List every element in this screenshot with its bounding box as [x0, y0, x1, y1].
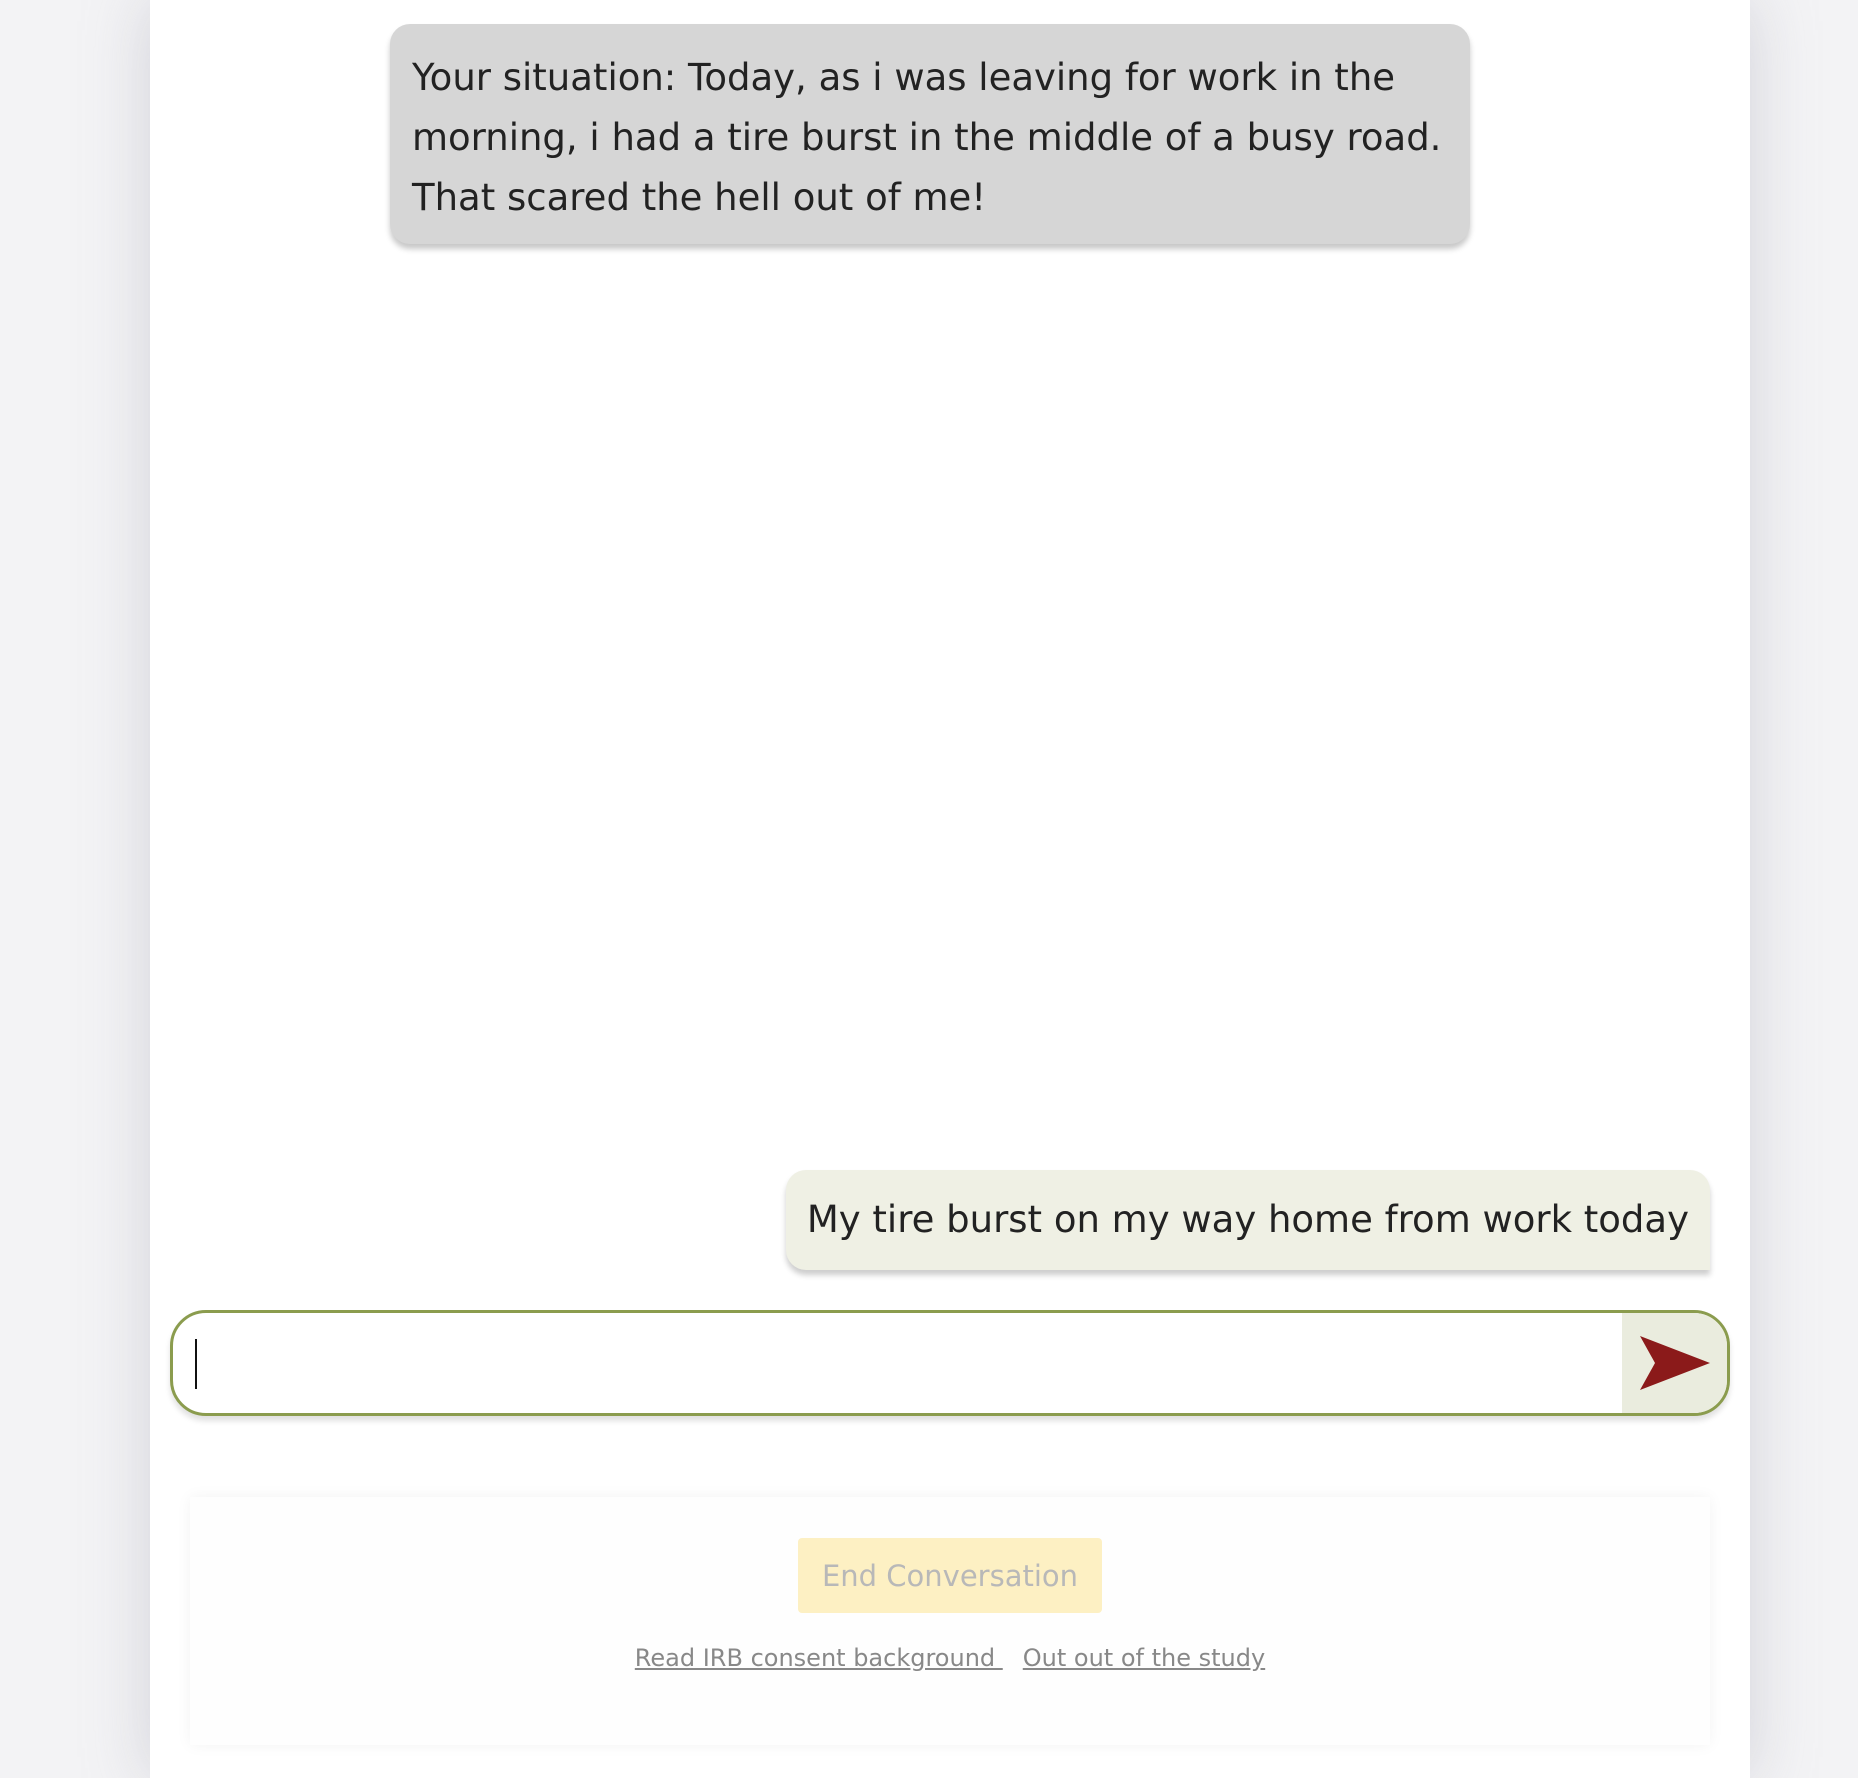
opt-out-link[interactable]: Out out of the study — [1023, 1644, 1265, 1672]
send-arrow-icon — [1639, 1336, 1710, 1390]
irb-consent-link[interactable]: Read IRB consent background — [635, 1644, 1003, 1672]
situation-message: Your situation: Today, as i was leaving … — [390, 24, 1470, 244]
user-message-bubble: My tire burst on my way home from work t… — [785, 1170, 1710, 1270]
message-input[interactable] — [173, 1313, 1620, 1413]
end-conversation-button[interactable]: End Conversation — [798, 1538, 1102, 1613]
message-composer — [170, 1310, 1730, 1416]
send-button[interactable] — [1622, 1313, 1727, 1413]
footer-panel: End Conversation Read IRB consent backgr… — [190, 1497, 1710, 1745]
chat-page: Your situation: Today, as i was leaving … — [150, 0, 1750, 1778]
text-caret — [195, 1339, 197, 1389]
footer-links: Read IRB consent background Out out of t… — [190, 1644, 1710, 1672]
